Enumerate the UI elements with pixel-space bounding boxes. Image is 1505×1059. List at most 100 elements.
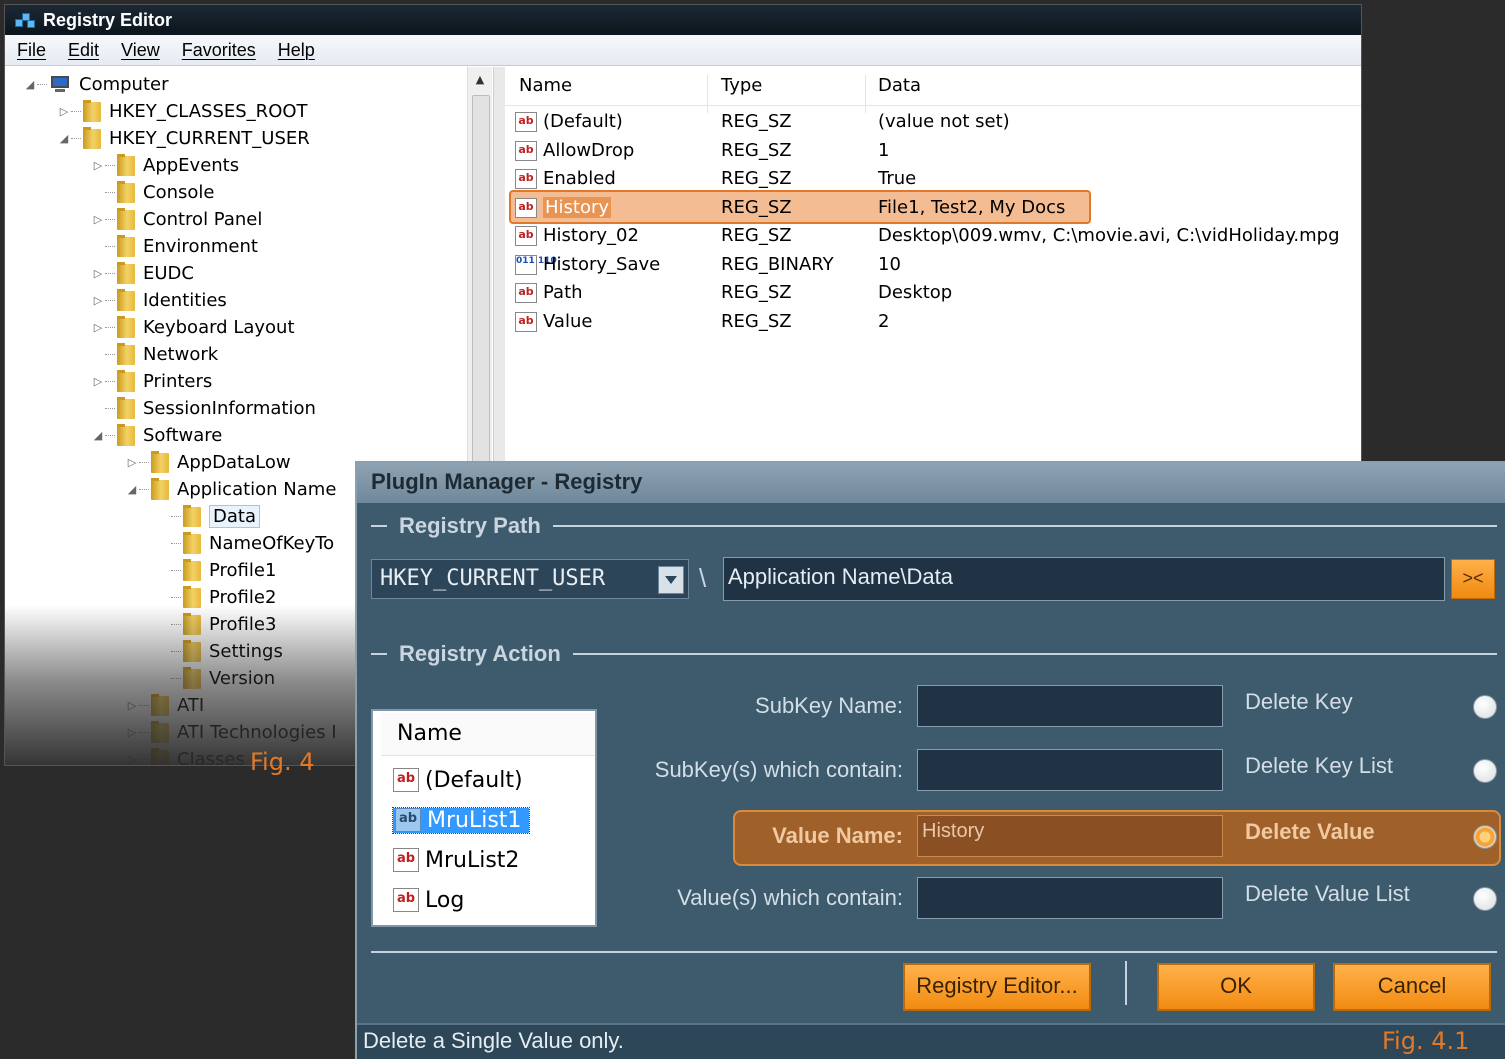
ok-button[interactable]: OK — [1157, 963, 1315, 1011]
regedit-titlebar[interactable]: Registry Editor — [5, 5, 1361, 35]
tree-node[interactable]: Profile1 — [157, 557, 276, 584]
tree-node[interactable]: ▷ Control Panel — [91, 206, 262, 233]
tree-node[interactable]: ▷ AppDataLow — [125, 449, 291, 476]
value-row[interactable]: ab Value REG_SZ 2 — [505, 309, 1361, 337]
tree-node[interactable]: ◢ Computer — [23, 71, 169, 98]
folder-icon — [117, 207, 135, 230]
value-name-list-item-label: Log — [425, 887, 465, 913]
collapse-icon[interactable]: ◢ — [57, 132, 71, 145]
expand-icon[interactable]: ▷ — [91, 294, 105, 307]
expand-icon[interactable]: ▷ — [125, 753, 139, 765]
collapse-icon[interactable]: ◢ — [125, 483, 139, 496]
expand-icon[interactable]: ▷ — [91, 321, 105, 334]
tree-node[interactable]: ◢ Application Name — [125, 476, 336, 503]
tree-node[interactable]: Settings — [157, 638, 283, 665]
expand-icon[interactable]: ▷ — [125, 699, 139, 712]
registry-path-input[interactable]: Application Name\Data — [723, 557, 1445, 601]
value-name-list-item[interactable]: ab (Default) — [393, 763, 523, 797]
tree-node[interactable]: ▷ AppEvents — [91, 152, 239, 179]
tree-node[interactable]: ▷ HKEY_CLASSES_ROOT — [57, 98, 308, 125]
value-name-list-item[interactable]: ab MruList1 — [391, 803, 531, 837]
tree-node[interactable]: ▷ ATI — [125, 692, 204, 719]
tree-node[interactable]: Data — [157, 503, 260, 530]
delete-value-list-radio[interactable] — [1473, 887, 1497, 911]
tree-node[interactable]: NameOfKeyTo — [157, 530, 334, 557]
tree-node[interactable]: ◢ HKEY_CURRENT_USER — [57, 125, 310, 152]
expand-icon[interactable]: ▷ — [91, 213, 105, 226]
folder-icon — [151, 450, 169, 473]
tree-node-label: Identities — [143, 290, 227, 311]
value-name-list-item[interactable]: ab MruList2 — [393, 843, 519, 877]
plugin-titlebar[interactable]: PlugIn Manager - Registry — [357, 463, 1505, 503]
menu-file[interactable]: File — [17, 40, 46, 61]
value-row[interactable]: ab AllowDrop REG_SZ 1 — [505, 138, 1361, 166]
tree-node[interactable]: ▷ Keyboard Layout — [91, 314, 295, 341]
regedit-app-icon — [15, 11, 35, 29]
value-contains-input[interactable] — [917, 877, 1223, 919]
tree-node[interactable]: ◢ Software — [91, 422, 222, 449]
registry-action-section: Registry Action — [371, 639, 1497, 669]
value-name-input[interactable]: History — [917, 815, 1223, 857]
scroll-up-icon[interactable]: ▲ — [468, 73, 492, 86]
tree-node[interactable]: Console — [91, 179, 214, 206]
registry-editor-button[interactable]: Registry Editor... — [903, 963, 1091, 1011]
tree-node-label: AppDataLow — [177, 452, 291, 473]
hive-dropdown[interactable]: HKEY_CURRENT_USER — [371, 559, 689, 599]
tree-node-label: Version — [209, 668, 276, 689]
tree-node-label: Profile3 — [209, 614, 277, 635]
folder-icon — [183, 666, 201, 689]
tree-node-label: Application Name — [177, 479, 337, 500]
menu-edit[interactable]: Edit — [68, 40, 99, 61]
folder-icon — [183, 585, 201, 608]
column-name-header[interactable]: Name — [519, 75, 572, 96]
tree-node[interactable]: ▷ ATI Technologies I — [125, 719, 337, 746]
menu-help[interactable]: Help — [278, 40, 315, 61]
menu-view[interactable]: View — [121, 40, 160, 61]
tree-node-label: HKEY_CLASSES_ROOT — [109, 101, 308, 122]
chevron-down-icon[interactable] — [658, 566, 684, 594]
tree-node[interactable]: Version — [157, 665, 275, 692]
tree-node[interactable]: Environment — [91, 233, 258, 260]
delete-key-list-radio[interactable] — [1473, 759, 1497, 783]
value-row[interactable]: 011 110History_Save REG_BINARY 10 — [505, 252, 1361, 280]
cancel-button[interactable]: Cancel — [1333, 963, 1491, 1011]
tree-node[interactable]: ▷ Classes — [125, 746, 245, 765]
computer-icon — [49, 75, 71, 94]
expand-icon[interactable]: ▷ — [57, 105, 71, 118]
value-row[interactable]: ab History_02 REG_SZ Desktop\009.wmv, C:\mo… — [505, 223, 1361, 251]
expand-icon[interactable]: ▷ — [91, 375, 105, 388]
path-go-button[interactable]: >< — [1451, 559, 1495, 599]
column-type-header[interactable]: Type — [721, 75, 762, 96]
tree-node[interactable]: SessionInformation — [91, 395, 316, 422]
value-name: History_Save — [543, 253, 661, 275]
value-name-list-item[interactable]: ab Log — [393, 883, 464, 917]
regedit-title: Registry Editor — [43, 9, 173, 30]
tree-node[interactable]: Network — [91, 341, 218, 368]
subkey-contains-input[interactable] — [917, 749, 1223, 791]
expand-icon[interactable]: ▷ — [125, 456, 139, 469]
folder-icon — [151, 477, 169, 500]
collapse-icon[interactable]: ◢ — [91, 429, 105, 442]
value-row[interactable]: ab Path REG_SZ Desktop — [505, 280, 1361, 308]
delete-key-radio[interactable] — [1473, 695, 1497, 719]
tree-node[interactable]: ▷ Identities — [91, 287, 227, 314]
tree-node[interactable]: Profile2 — [157, 584, 276, 611]
expand-icon[interactable]: ▷ — [125, 726, 139, 739]
value-row[interactable]: ab History REG_SZ File1, Test2, My Docs — [505, 195, 1361, 223]
expand-icon[interactable]: ▷ — [91, 267, 105, 280]
value-row[interactable]: ab (Default) REG_SZ (value not set) — [505, 109, 1361, 137]
delete-value-radio[interactable] — [1473, 825, 1497, 849]
column-data-header[interactable]: Data — [878, 75, 921, 96]
subkey-name-input[interactable] — [917, 685, 1223, 727]
value-name-list-item-label: (Default) — [425, 767, 523, 793]
menu-favorites[interactable]: Favorites — [182, 40, 256, 61]
tree-node[interactable]: ▷ Printers — [91, 368, 212, 395]
expand-icon[interactable]: ▷ — [91, 159, 105, 172]
tree-node[interactable]: ▷ EUDC — [91, 260, 194, 287]
value-name-list[interactable]: Name ab (Default) ab MruList1 ab MruList2 ab Lo… — [371, 709, 597, 927]
collapse-icon[interactable]: ◢ — [23, 78, 37, 91]
value-row[interactable]: ab Enabled REG_SZ True — [505, 166, 1361, 194]
value-name-label: Value Name: — [772, 823, 903, 848]
tree-node[interactable]: Profile3 — [157, 611, 276, 638]
folder-icon — [183, 531, 201, 554]
